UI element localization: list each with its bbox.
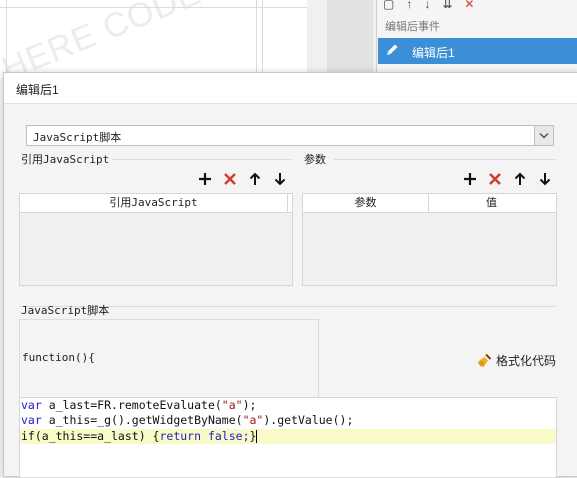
script-type-value: JavaScript脚本 [33,131,122,144]
function-header: function(){ [22,351,95,364]
params-toolbar [462,171,553,187]
copy-icon[interactable]: ▢ [383,0,394,10]
add-icon[interactable] [462,171,478,187]
design-canvas: HERE CODE [0,0,307,78]
ref-js-section-label: 引用JavaScript [21,153,110,166]
section-divider [112,159,292,160]
event-list-item-label: 编辑后1 [412,46,455,60]
canvas-guide [256,0,257,78]
canvas-guide [262,0,263,78]
dropdown-chevron-icon [539,132,549,139]
section-divider [334,159,556,160]
move-up-icon[interactable]: ↑ [406,0,412,10]
dropdown-button[interactable] [534,126,553,145]
move-down-icon[interactable]: ↓ [424,0,430,10]
dialog-title-bar: 编辑后1 [4,73,577,104]
code-line: var a_this=_g().getWidgetByName("a").get… [21,413,354,427]
move-down-icon[interactable] [272,171,288,187]
column-header-ref-js[interactable]: 引用JavaScript [20,194,288,212]
text-caret [256,430,258,443]
ref-js-toolbar [197,171,288,187]
delete-icon[interactable] [487,171,503,187]
delete-icon[interactable] [222,171,238,187]
side-strip [307,0,376,78]
event-list-item[interactable]: 编辑后1 [378,38,577,64]
params-table[interactable]: 参数 值 [302,193,557,286]
function-header-box: function(){ [19,319,319,399]
script-section-label: JavaScript脚本 [21,304,110,317]
delete-icon[interactable]: ✕ [464,0,474,10]
move-up-icon[interactable] [512,171,528,187]
dialog-title: 编辑后1 [16,83,59,97]
code-editor[interactable]: var a_last=FR.remoteEvaluate("a"); var a… [19,397,557,478]
column-header-param[interactable]: 参数 [303,194,429,212]
code-line: var a_last=FR.remoteEvaluate("a"); [21,398,257,412]
canvas-watermark: HERE CODE [0,0,207,78]
code-line-current: if(a_this==a_last) {return false;} [20,429,556,444]
move-bottom-icon[interactable]: ⇊ [442,0,452,10]
script-type-select[interactable]: JavaScript脚本 [26,125,554,146]
event-panel-title: 编辑后事件 [385,21,440,33]
event-panel-toolbar: ▢ ↑ ↓ ⇊ ✕ [383,0,474,10]
format-code-label: 格式化代码 [496,354,557,368]
params-section-label: 参数 [304,154,326,166]
broom-icon [477,353,492,367]
canvas-guide [0,7,307,8]
move-up-icon[interactable] [247,171,263,187]
edit-event-dialog: 编辑后1 JavaScript脚本 引用JavaScript 引用JavaScr… [3,72,577,478]
pencil-icon [387,44,398,55]
add-icon[interactable] [197,171,213,187]
canvas-guide [6,0,7,78]
column-header-value[interactable]: 值 [429,194,554,212]
move-down-icon[interactable] [537,171,553,187]
format-code-button[interactable]: 格式化代码 [476,352,556,369]
table-header: 参数 值 [303,194,556,213]
table-header: 引用JavaScript [20,194,292,213]
event-panel: ▢ ↑ ↓ ⇊ ✕ 编辑后事件 编辑后1 [376,0,577,78]
ref-js-table[interactable]: 引用JavaScript [19,193,293,286]
dialog-body: JavaScript脚本 引用JavaScript 引用JavaScript 参… [4,104,577,478]
